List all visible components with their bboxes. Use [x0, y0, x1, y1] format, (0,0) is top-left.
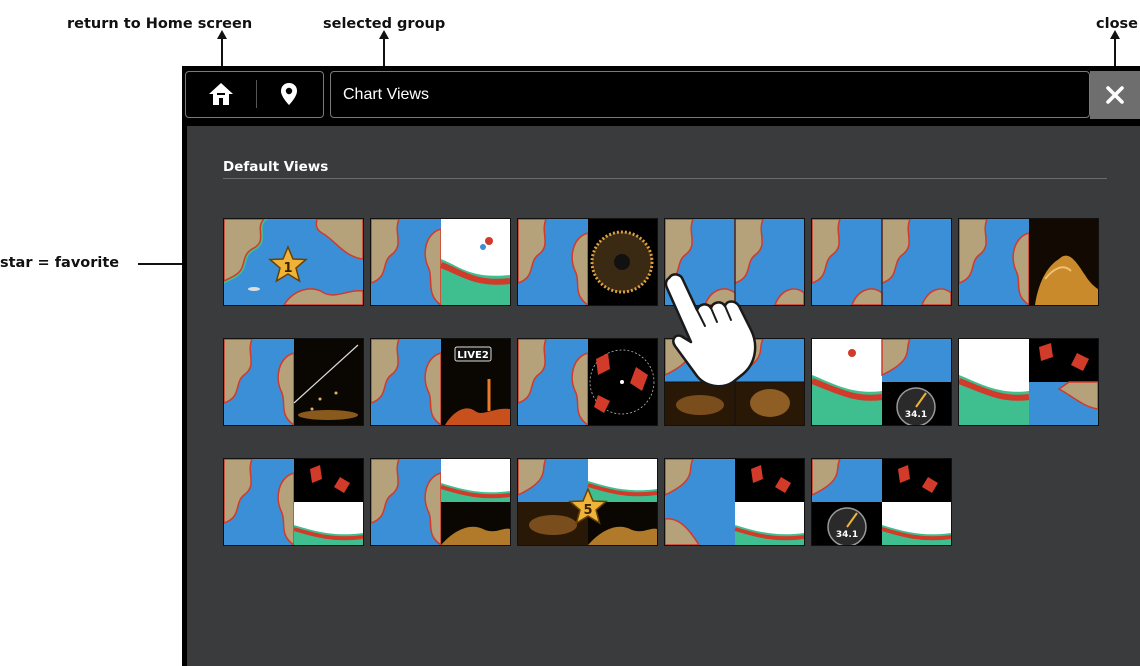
map-pin-icon — [281, 83, 297, 105]
close-button[interactable] — [1090, 71, 1140, 119]
gauge-value: 34.1 — [905, 410, 927, 420]
section-title: Default Views — [223, 159, 329, 175]
view-tile-chart-radar-sonar[interactable] — [223, 458, 364, 546]
view-tile-chart-sonar-down[interactable] — [370, 458, 511, 546]
selected-group-field[interactable]: Chart Views — [330, 71, 1090, 118]
view-tile-chart-radar[interactable] — [517, 338, 658, 426]
favorite-star-icon: 1 — [268, 245, 308, 283]
favorite-star-icon: 5 — [568, 487, 608, 525]
view-tile-chart-radar-chart-sonar[interactable] — [664, 458, 805, 546]
view-tile-chart-360[interactable] — [517, 218, 658, 306]
view-tile-chart-live[interactable]: LIVE2 — [370, 338, 511, 426]
gauge-value: 34.1 — [836, 530, 858, 540]
top-bar: Chart Views — [182, 66, 1140, 122]
view-tile-sonar-chart-gauge[interactable]: 34.1 — [811, 338, 952, 426]
favorite-number: 5 — [583, 503, 592, 518]
selected-group-label: Chart Views — [343, 86, 429, 103]
touch-hand-icon — [664, 273, 757, 388]
view-tile-chart-chart-b[interactable] — [811, 218, 952, 306]
home-button[interactable] — [188, 74, 254, 114]
section-divider — [223, 178, 1107, 179]
view-tile-chart-sonar[interactable] — [370, 218, 511, 306]
nav-separator — [256, 80, 257, 108]
live-badge: LIVE2 — [457, 350, 489, 361]
location-button[interactable] — [258, 74, 320, 114]
callout-home-arrow — [217, 30, 227, 39]
view-tile-chart-down-imaging[interactable] — [223, 338, 364, 426]
home-icon — [209, 83, 233, 105]
close-icon — [1106, 86, 1124, 104]
callout-favorite: star = favorite — [0, 255, 120, 271]
view-tile-chart-radar-gauge-sonar[interactable]: 34.1 — [811, 458, 952, 546]
callout-close-arrow — [1110, 30, 1120, 39]
view-tile-chart-side-imaging[interactable] — [958, 218, 1099, 306]
favorite-number: 1 — [283, 261, 292, 276]
views-panel: Default Views LIVE2 34.1 34.1 — [187, 126, 1140, 666]
view-tile-sonar-radar-chart[interactable] — [958, 338, 1099, 426]
callout-group-arrow — [379, 30, 389, 39]
nav-button-group — [185, 71, 324, 118]
